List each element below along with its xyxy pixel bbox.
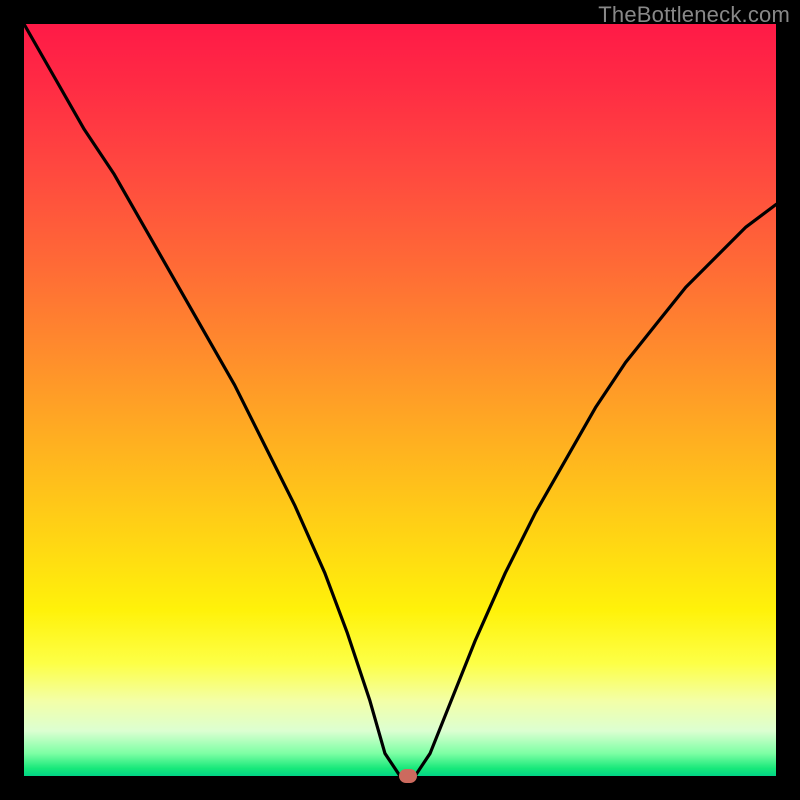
optimum-marker bbox=[399, 769, 417, 783]
bottleneck-curve bbox=[24, 24, 776, 776]
curve-path bbox=[24, 24, 776, 776]
plot-area bbox=[24, 24, 776, 776]
chart-frame: TheBottleneck.com bbox=[0, 0, 800, 800]
